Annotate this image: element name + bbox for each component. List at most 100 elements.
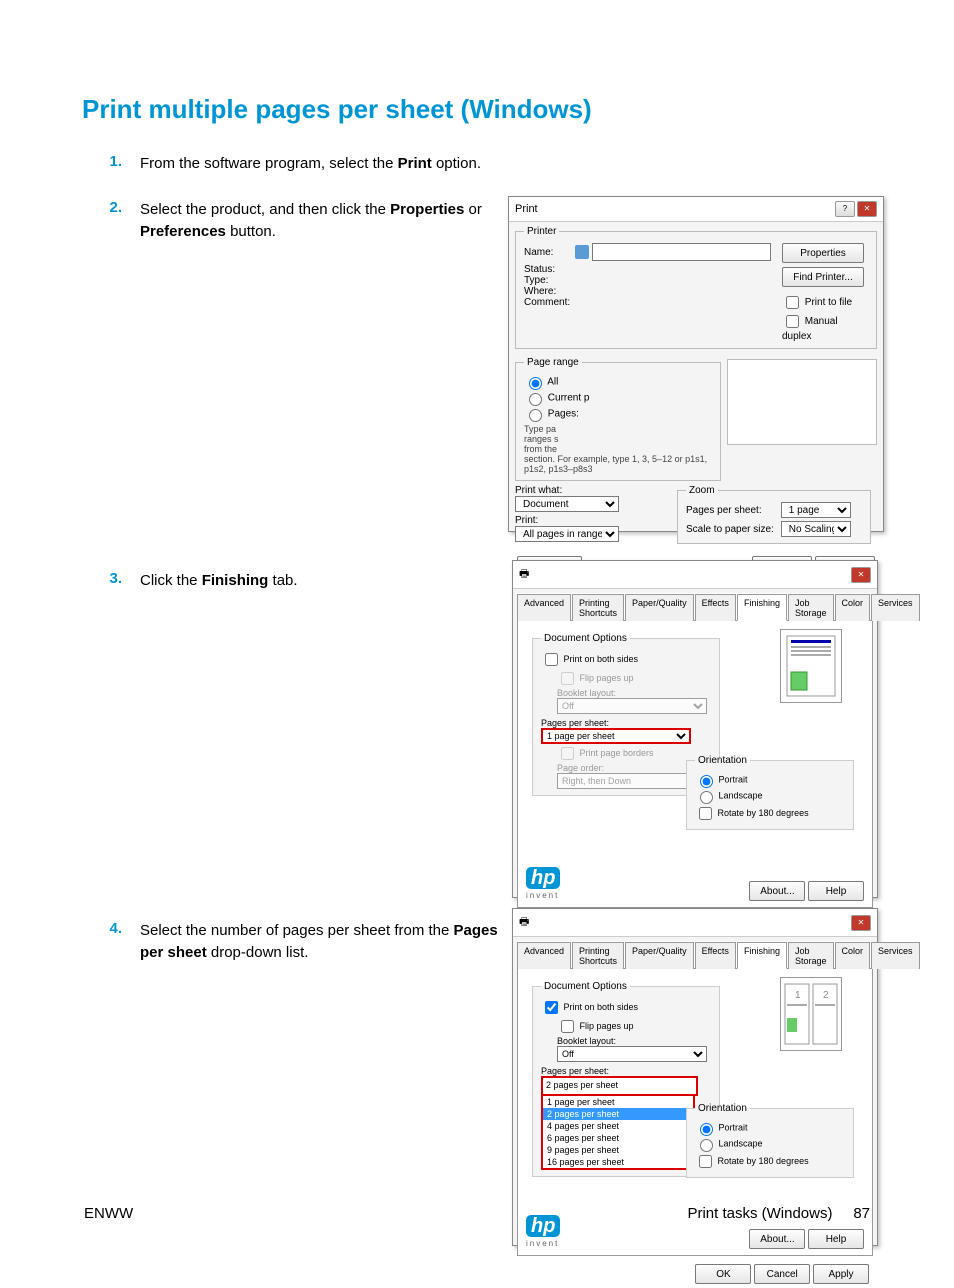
l: Portrait <box>719 1122 748 1132</box>
t: section. For example, type 1, 3, 5–12 or… <box>524 454 712 474</box>
tab-finishing[interactable]: Finishing <box>737 942 787 969</box>
l: Landscape <box>719 790 763 800</box>
about-button[interactable]: About... <box>749 881 805 901</box>
ok-button[interactable]: OK <box>695 1264 751 1284</box>
footer-left: ENWW <box>84 1205 133 1222</box>
portrait-radio[interactable] <box>700 1123 713 1136</box>
page-number: 87 <box>853 1205 870 1222</box>
rotate-checkbox[interactable] <box>699 807 712 820</box>
apply-button[interactable]: Apply <box>813 1264 869 1284</box>
all-radio[interactable] <box>529 377 542 390</box>
tab-job-storage[interactable]: Job Storage <box>788 942 834 969</box>
t: Select the number of pages per sheet fro… <box>140 922 454 939</box>
landscape-radio[interactable] <box>700 1139 713 1152</box>
tab-paper[interactable]: Paper/Quality <box>625 594 694 621</box>
tab-advanced[interactable]: Advanced <box>517 594 571 621</box>
option-9[interactable]: 9 pages per sheet <box>543 1144 693 1156</box>
rotate-checkbox[interactable] <box>699 1155 712 1168</box>
tab-effects[interactable]: Effects <box>695 594 736 621</box>
tab-services[interactable]: Services <box>871 942 920 969</box>
option-1[interactable]: 1 page per sheet <box>543 1096 693 1108</box>
both-sides-checkbox[interactable] <box>545 653 558 666</box>
l: Flip pages up <box>580 673 634 683</box>
properties-dialog-2: 🖶 ✕ Advanced Printing Shortcuts Paper/Qu… <box>512 908 878 1246</box>
svg-text:2: 2 <box>823 990 829 1001</box>
t: button. <box>226 223 276 240</box>
pages-per-sheet-select[interactable]: 1 page per sheet <box>541 728 691 744</box>
properties-button[interactable]: Properties <box>782 243 864 263</box>
borders-checkbox <box>561 747 574 760</box>
l: Status: <box>524 264 572 275</box>
both-sides-checkbox[interactable] <box>545 1001 558 1014</box>
t: option. <box>432 155 481 172</box>
tab-services[interactable]: Services <box>871 594 920 621</box>
l: Pages per sheet: <box>541 1066 711 1076</box>
tab-strip: Advanced Printing Shortcuts Paper/Qualit… <box>517 941 873 969</box>
help-button[interactable]: Help <box>808 881 864 901</box>
pages-per-sheet-select[interactable]: 1 page <box>781 502 851 518</box>
landscape-radio[interactable] <box>700 791 713 804</box>
option-2[interactable]: 2 pages per sheet <box>543 1108 693 1120</box>
option-16[interactable]: 16 pages per sheet <box>543 1156 693 1168</box>
close-icon[interactable]: ✕ <box>851 567 871 583</box>
svg-text:1: 1 <box>795 990 801 1001</box>
print-what-select[interactable]: Document <box>515 496 619 512</box>
tab-paper[interactable]: Paper/Quality <box>625 942 694 969</box>
pages-per-sheet-select[interactable]: 2 pages per sheet <box>541 1076 698 1096</box>
l: Print on both sides <box>564 1002 639 1012</box>
l: Print to file <box>805 297 852 308</box>
close-icon[interactable]: ✕ <box>851 915 871 931</box>
tab-shortcuts[interactable]: Printing Shortcuts <box>572 942 624 969</box>
tab-color[interactable]: Color <box>835 594 871 621</box>
l: Scale to paper size: <box>686 524 778 535</box>
l: Type: <box>524 275 572 286</box>
t: Print tasks (Windows) <box>687 1205 832 1222</box>
printer-group: Printer Name: Status: Type: Where: Comme… <box>515 226 877 349</box>
l: Pages per sheet: <box>541 718 711 728</box>
title-bar: 🖶 ✕ <box>513 909 877 937</box>
l: Comment: <box>524 297 572 308</box>
current-radio[interactable] <box>529 393 542 406</box>
help-icon[interactable]: ? <box>835 201 855 217</box>
cancel-button[interactable]: Cancel <box>754 1264 810 1284</box>
booklet-select[interactable]: Off <box>557 1046 707 1062</box>
t: Type pa ranges s from the <box>524 424 712 454</box>
flip-checkbox <box>561 672 574 685</box>
step-2-text: Select the product, and then click the P… <box>140 199 500 243</box>
legend: Printer <box>524 226 559 237</box>
help-button[interactable]: Help <box>808 1229 864 1249</box>
tab-advanced[interactable]: Advanced <box>517 942 571 969</box>
l: Portrait <box>719 774 748 784</box>
step-3-num: 3. <box>82 570 140 587</box>
flip-checkbox[interactable] <box>561 1020 574 1033</box>
portrait-radio[interactable] <box>700 775 713 788</box>
l: Print page borders <box>580 748 654 758</box>
pages-per-sheet-dropdown[interactable]: 1 page per sheet 2 pages per sheet 4 pag… <box>541 1096 695 1170</box>
t: Preferences <box>140 223 226 240</box>
l: Landscape <box>719 1138 763 1148</box>
printer-name-select[interactable] <box>592 243 771 261</box>
l: Print: <box>515 515 571 526</box>
close-icon[interactable]: ✕ <box>857 201 877 217</box>
step-4-text: Select the number of pages per sheet fro… <box>140 920 500 964</box>
orientation-group: Orientation Portrait Landscape Rotate by… <box>686 755 854 830</box>
tab-shortcuts[interactable]: Printing Shortcuts <box>572 594 624 621</box>
pages-radio[interactable] <box>529 409 542 422</box>
print-select[interactable]: All pages in range <box>515 526 619 542</box>
find-printer-button[interactable]: Find Printer... <box>782 267 864 287</box>
l: Rotate by 180 degrees <box>718 808 809 818</box>
legend: Document Options <box>541 981 630 992</box>
scale-select[interactable]: No Scaling <box>781 521 851 537</box>
tab-finishing[interactable]: Finishing <box>737 594 787 621</box>
tab-effects[interactable]: Effects <box>695 942 736 969</box>
about-button[interactable]: About... <box>749 1229 805 1249</box>
tab-job-storage[interactable]: Job Storage <box>788 594 834 621</box>
preview-list[interactable] <box>727 359 877 445</box>
option-4[interactable]: 4 pages per sheet <box>543 1120 693 1132</box>
step-1-num: 1. <box>82 153 140 170</box>
print-to-file-checkbox[interactable] <box>786 296 799 309</box>
option-6[interactable]: 6 pages per sheet <box>543 1132 693 1144</box>
manual-duplex-checkbox[interactable] <box>786 315 799 328</box>
t: From the software program, select the <box>140 155 398 172</box>
tab-color[interactable]: Color <box>835 942 871 969</box>
